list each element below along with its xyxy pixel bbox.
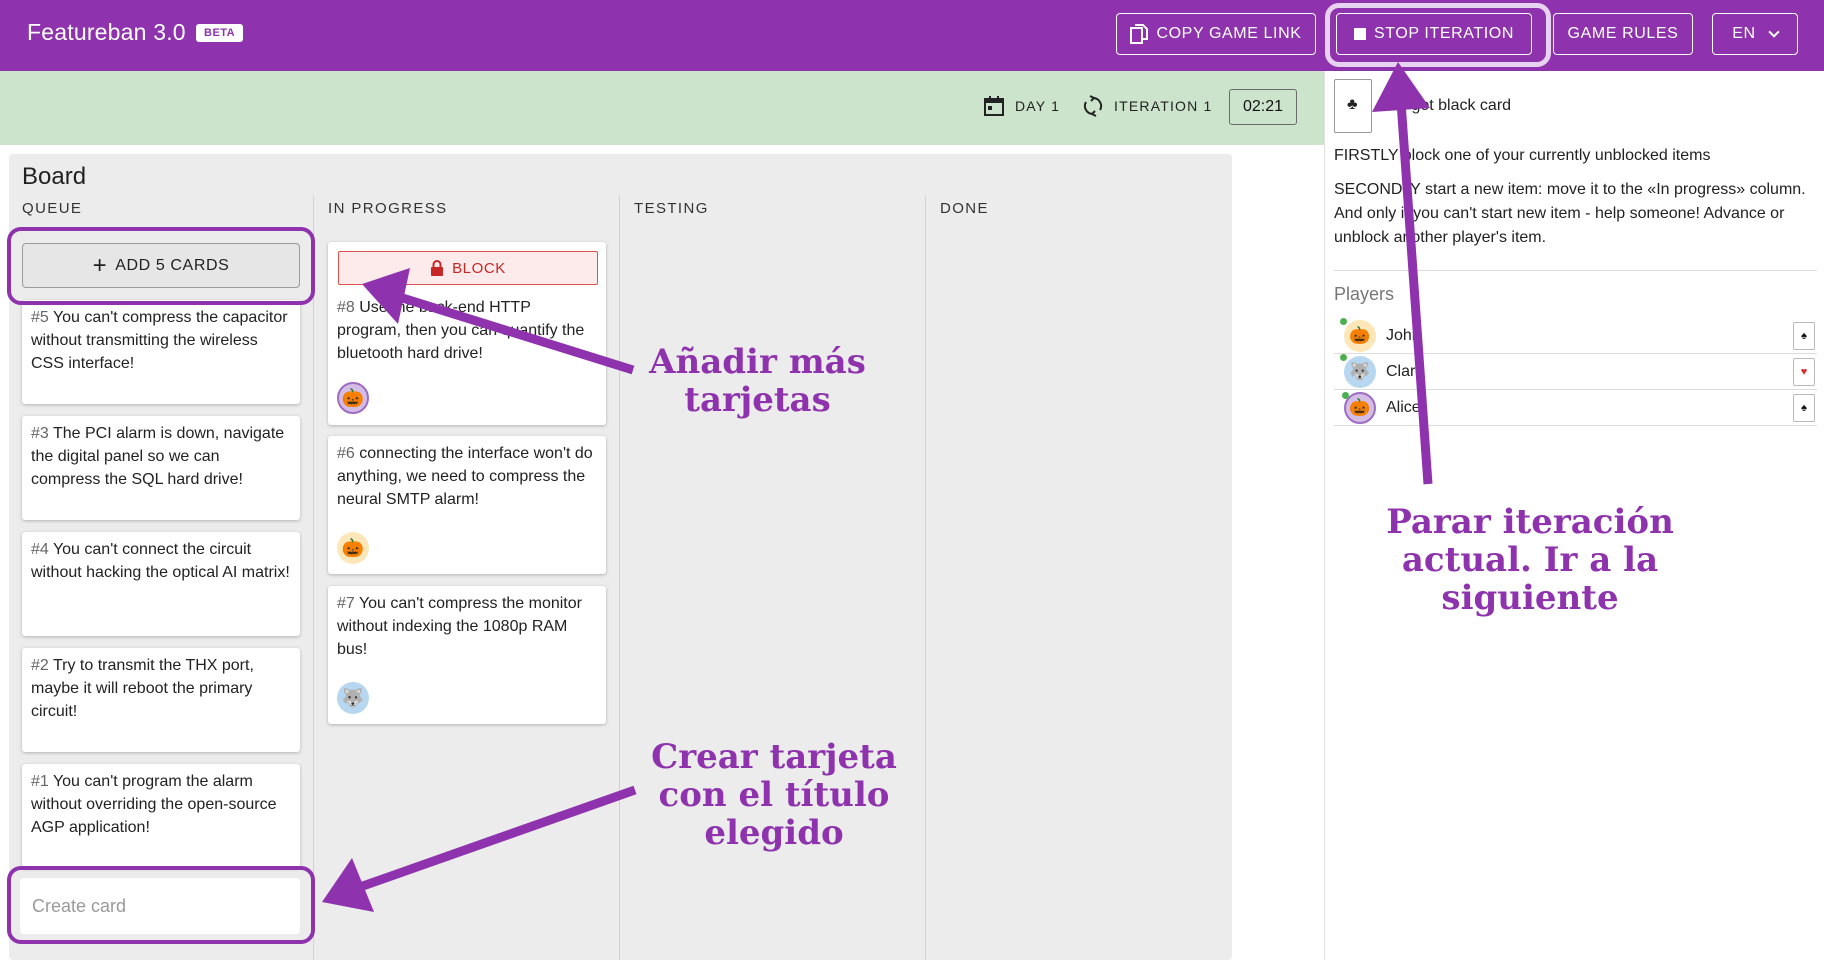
pumpkin-icon: 🎃 — [1342, 391, 1376, 424]
annotation-create: Crear tarjeta con el título elegido — [651, 737, 897, 853]
card-number: #7 — [337, 595, 355, 612]
online-indicator — [1340, 353, 1347, 361]
card-text: Try to transmit the THX port, maybe it w… — [31, 657, 254, 720]
spade-icon: ♣ — [1347, 96, 1358, 113]
player-name: John — [1386, 326, 1421, 344]
column-divider — [313, 195, 314, 960]
column-header-testing: TESTING — [634, 200, 709, 217]
secondly-text: SECONDLY start a new item: move it to th… — [1334, 181, 1806, 246]
board-title: Board — [22, 163, 87, 190]
column-header-queue: QUEUE — [22, 200, 83, 217]
card-text: connecting the interface won't do anythi… — [337, 445, 593, 508]
card-text: You can't program the alarm without over… — [31, 773, 277, 836]
annotation-stop: Parar iteración actual. Ir a la siguient… — [1386, 502, 1674, 618]
firstly-text: FIRSTLY block one of your currently unbl… — [1334, 147, 1711, 164]
wolf-icon: 🐺 — [337, 682, 369, 714]
column-header-in-progress: IN PROGRESS — [328, 200, 448, 217]
language-label: EN — [1732, 25, 1756, 42]
card-number: #4 — [31, 541, 49, 558]
queue-card[interactable]: #3 The PCI alarm is down, navigate the d… — [22, 416, 300, 520]
highlight-stop-iteration — [1325, 3, 1551, 67]
card-text: You can't compress the monitor without i… — [337, 595, 582, 658]
column-divider — [925, 195, 926, 960]
game-rules-button[interactable]: GAME RULES — [1553, 13, 1693, 55]
day-label: DAY 1 — [1015, 98, 1061, 114]
card-number: #3 — [31, 425, 49, 442]
player-row: 🎃 John ♠ — [1334, 317, 1817, 354]
player-name: Clara — [1386, 362, 1425, 380]
online-indicator — [1340, 317, 1347, 325]
drawn-card: ♣ — [1334, 79, 1372, 133]
player-row: 🐺 Clara ♥ — [1334, 353, 1817, 390]
players-label: Players — [1334, 284, 1395, 304]
card-number: #2 — [31, 657, 49, 674]
game-rules-label: GAME RULES — [1567, 25, 1679, 42]
beta-badge: BETA — [196, 24, 244, 42]
player-name: Alice — [1386, 398, 1421, 416]
in-progress-card[interactable]: #7 You can't compress the monitor withou… — [328, 586, 606, 724]
pumpkin-icon: 🎃 — [337, 532, 369, 564]
copy-icon — [1130, 24, 1149, 44]
card-text: The PCI alarm is down, navigate the digi… — [31, 425, 285, 488]
language-select[interactable]: EN — [1712, 13, 1798, 55]
highlight-create-card — [7, 866, 315, 944]
queue-card[interactable]: #2 Try to transmit the THX port, maybe i… — [22, 648, 300, 752]
annotation-add-more: Añadir más tarjetas — [649, 342, 866, 420]
sync-icon — [1083, 95, 1103, 117]
player-row: 🎃 Alice ♠ — [1334, 390, 1817, 426]
online-indicator — [1342, 391, 1349, 399]
column-header-done: DONE — [940, 200, 989, 217]
calendar-icon — [984, 96, 1004, 116]
card-number: #6 — [337, 445, 355, 462]
app-title: Featureban 3.0 — [27, 19, 186, 45]
block-button[interactable]: BLOCK — [338, 251, 598, 285]
highlight-add-cards — [7, 227, 315, 305]
got-card-text: You got black card — [1380, 97, 1512, 114]
day-indicator: DAY 1 — [983, 95, 1060, 117]
column-divider — [619, 195, 620, 960]
lock-icon — [431, 260, 444, 276]
spade-icon: ♠ — [1793, 322, 1815, 350]
iteration-label: ITERATION 1 — [1114, 98, 1213, 114]
wolf-icon: 🐺 — [1340, 353, 1376, 388]
spade-icon: ♠ — [1793, 394, 1815, 422]
card-number: #8 — [337, 299, 355, 316]
queue-card[interactable]: #5 You can't compress the capacitor with… — [22, 300, 300, 404]
chevron-down-icon — [1768, 26, 1780, 38]
copy-game-link-button[interactable]: COPY GAME LINK — [1116, 13, 1316, 55]
queue-card[interactable]: #1 You can't program the alarm without o… — [22, 764, 300, 868]
card-number: #5 — [31, 309, 49, 326]
iteration-indicator: ITERATION 1 — [1082, 95, 1213, 117]
card-text: You can't connect the circuit without ha… — [31, 541, 290, 581]
iteration-timer: 02:21 — [1229, 89, 1297, 125]
block-label: BLOCK — [452, 259, 506, 277]
pumpkin-icon: 🎃 — [1340, 317, 1376, 352]
divider — [1334, 270, 1817, 271]
pumpkin-icon: 🎃 — [337, 382, 369, 414]
in-progress-card[interactable]: #6 connecting the interface won't do any… — [328, 436, 606, 574]
heart-icon: ♥ — [1793, 358, 1815, 386]
card-text: You can't compress the capacitor without… — [31, 309, 288, 372]
queue-card[interactable]: #4 You can't connect the circuit without… — [22, 532, 300, 636]
card-number: #1 — [31, 773, 49, 790]
copy-game-link-label: COPY GAME LINK — [1156, 25, 1302, 42]
card-text: Use the back-end HTTP program, then you … — [337, 299, 585, 362]
